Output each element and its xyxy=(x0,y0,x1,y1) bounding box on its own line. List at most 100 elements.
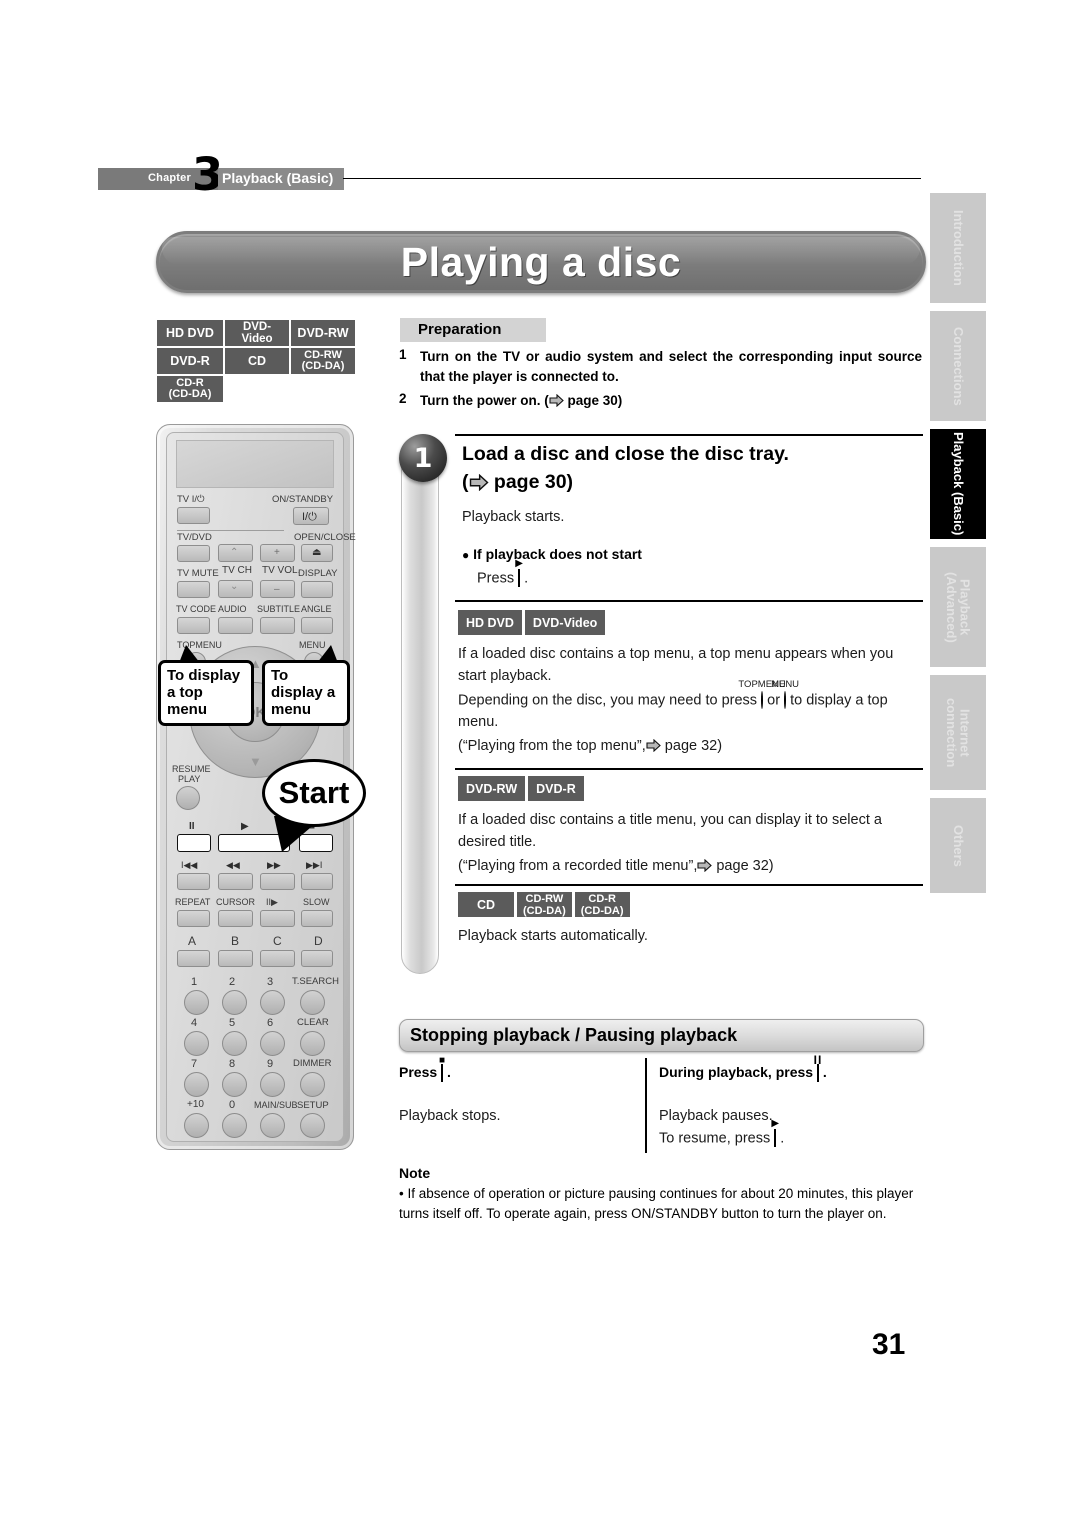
page-ref-arrow-icon xyxy=(697,858,713,872)
remote-button-repeat[interactable] xyxy=(177,910,210,927)
remote-button-tv-mute[interactable] xyxy=(177,581,210,598)
disc-badge-cd: CD xyxy=(458,892,514,917)
remote-label-subtitle: SUBTITLE xyxy=(257,604,301,614)
side-tab-label: Introduction xyxy=(950,210,966,286)
rewind-icon: ◀◀ xyxy=(226,860,240,870)
chevron-down-icon: ⌄ xyxy=(230,581,239,592)
remote-button-audio[interactable] xyxy=(218,617,253,634)
block-badges: HD DVD DVD-Video xyxy=(458,610,924,635)
page-ref-arrow-icon xyxy=(469,474,489,492)
remote-label-open-close: OPEN/CLOSE xyxy=(294,532,356,543)
remote-label-a: A xyxy=(188,934,197,948)
remote-label-3: 3 xyxy=(267,976,274,988)
chapter-rule xyxy=(343,178,921,179)
remote-button-9[interactable] xyxy=(260,1072,285,1097)
remote-button-fast-forward[interactable] xyxy=(260,873,295,890)
remote-button-slow[interactable] xyxy=(301,910,333,927)
remote-button-1[interactable] xyxy=(184,990,209,1015)
remote-button-subtitle[interactable] xyxy=(260,617,295,634)
play-glyph: ▶ xyxy=(515,558,523,569)
remote-top-panel xyxy=(176,440,334,488)
step1-vertical-bar xyxy=(401,452,439,974)
side-tab-internet-connection[interactable]: Internet connection xyxy=(930,675,986,790)
disc-badge-cd-r-main: CD-R xyxy=(588,892,616,905)
remote-button-7[interactable] xyxy=(184,1072,209,1097)
callout-topmenu-text: To display a top menu xyxy=(167,667,241,718)
disc-badge-hd-dvd: HD DVD xyxy=(157,320,223,346)
remote-button-previous[interactable] xyxy=(177,873,210,890)
remote-button-display[interactable] xyxy=(301,581,333,598)
disc-badge-cd-rw-sub: (CD-DA) xyxy=(301,360,345,372)
remote-button-3[interactable] xyxy=(260,990,285,1015)
block-ref-before: (“Playing from the top menu”, xyxy=(458,737,646,754)
manual-page: Chapter 3 Playback (Basic) Playing a dis… xyxy=(0,0,1080,1528)
remote-button-mainsub[interactable] xyxy=(260,1113,285,1138)
callout-menu: To display a menu xyxy=(262,645,350,727)
remote-button-a[interactable] xyxy=(177,950,210,967)
pause-body-line2: To resume, press ▶ . xyxy=(659,1119,927,1150)
block-rule xyxy=(455,600,923,602)
page-ref-arrow-icon xyxy=(646,738,661,752)
chevron-up-icon: ⌃ xyxy=(230,547,239,558)
remote-button-0[interactable] xyxy=(222,1113,247,1138)
stop-key-icon: ■ xyxy=(439,1056,445,1083)
side-tab-label: Connections xyxy=(950,326,966,406)
remote-button-tv-dvd[interactable] xyxy=(177,545,210,562)
remote-button-rewind[interactable] xyxy=(218,873,253,890)
block-text-line1: If a loaded disc contains a top menu, a … xyxy=(458,646,894,684)
side-tab-label: Playback (Advanced) xyxy=(944,571,973,643)
bullet-icon: ● xyxy=(462,548,470,562)
step1-title-line2: ( page 30) xyxy=(462,468,922,496)
remote-button-tv-power[interactable] xyxy=(177,507,210,524)
pause-body-line1: Playback pauses. xyxy=(659,1108,773,1124)
remote-label-on-standby: ON/STANDBY xyxy=(272,494,334,505)
remote-button-2[interactable] xyxy=(222,990,247,1015)
remote-button-b[interactable] xyxy=(218,950,253,967)
remote-button-clear[interactable] xyxy=(300,1031,325,1056)
remote-button-step[interactable] xyxy=(260,910,295,927)
side-tab-label: Internet connection xyxy=(944,697,973,768)
remote-button-setup[interactable] xyxy=(300,1113,325,1138)
play-icon: ▶ xyxy=(241,821,249,832)
side-tab-others[interactable]: Others xyxy=(930,798,986,893)
remote-button-cursor[interactable] xyxy=(218,910,253,927)
remote-button-resume-play[interactable] xyxy=(176,786,200,810)
side-tab-introduction[interactable]: Introduction xyxy=(930,193,986,303)
disc-badge-row: HD DVD DVD-Video DVD-RW xyxy=(157,320,355,346)
remote-button-angle[interactable] xyxy=(301,617,333,634)
note-heading: Note xyxy=(399,1165,431,1181)
side-tab-playback-basic[interactable]: Playback (Basic) xyxy=(930,429,986,539)
remote-label-cursor: CURSOR xyxy=(216,897,256,907)
play-key-icon: ▶ xyxy=(515,559,523,590)
remote-button-dimmer[interactable] xyxy=(300,1072,325,1097)
remote-button-tv-code[interactable] xyxy=(177,617,210,634)
page-number: 31 xyxy=(872,1328,906,1361)
block-or-word: or xyxy=(767,692,781,709)
remote-button-tsearch[interactable] xyxy=(300,990,325,1015)
preparation-item-1-text: Turn on the TV or audio system and selec… xyxy=(420,349,922,384)
remote-button-6[interactable] xyxy=(260,1031,285,1056)
minus-icon: – xyxy=(274,584,280,595)
side-tab-playback-advanced[interactable]: Playback (Advanced) xyxy=(930,547,986,667)
chapter-word: Chapter xyxy=(148,172,191,184)
block-line2-before: Depending on the disc, you may need to p… xyxy=(458,692,758,709)
side-tab-label: Playback (Basic) xyxy=(950,432,966,536)
remote-label-tv-ch: TV CH xyxy=(222,565,252,576)
block-reference: (“Playing from a recorded title menu”, p… xyxy=(458,856,924,878)
pause-press-suffix: . xyxy=(822,1064,827,1080)
remote-label-repeat: REPEAT xyxy=(175,897,211,907)
remote-button-plus10[interactable] xyxy=(184,1113,209,1138)
remote-button-next[interactable] xyxy=(301,873,333,890)
remote-button-8[interactable] xyxy=(222,1072,247,1097)
side-tab-connections[interactable]: Connections xyxy=(930,311,986,421)
disc-badge-cd-rw: CD-RW (CD-DA) xyxy=(517,892,572,917)
stop-press-label: Press xyxy=(399,1064,438,1080)
remote-button-4[interactable] xyxy=(184,1031,209,1056)
menu-key-icon: MENU xyxy=(771,679,799,712)
remote-button-d[interactable] xyxy=(301,950,333,967)
remote-button-c[interactable] xyxy=(260,950,295,967)
remote-button-5[interactable] xyxy=(222,1031,247,1056)
remote-button-pause[interactable] xyxy=(177,834,211,852)
page-title: Playing a disc xyxy=(400,239,682,285)
disc-badge-cd-r: CD-R (CD-DA) xyxy=(574,892,630,917)
